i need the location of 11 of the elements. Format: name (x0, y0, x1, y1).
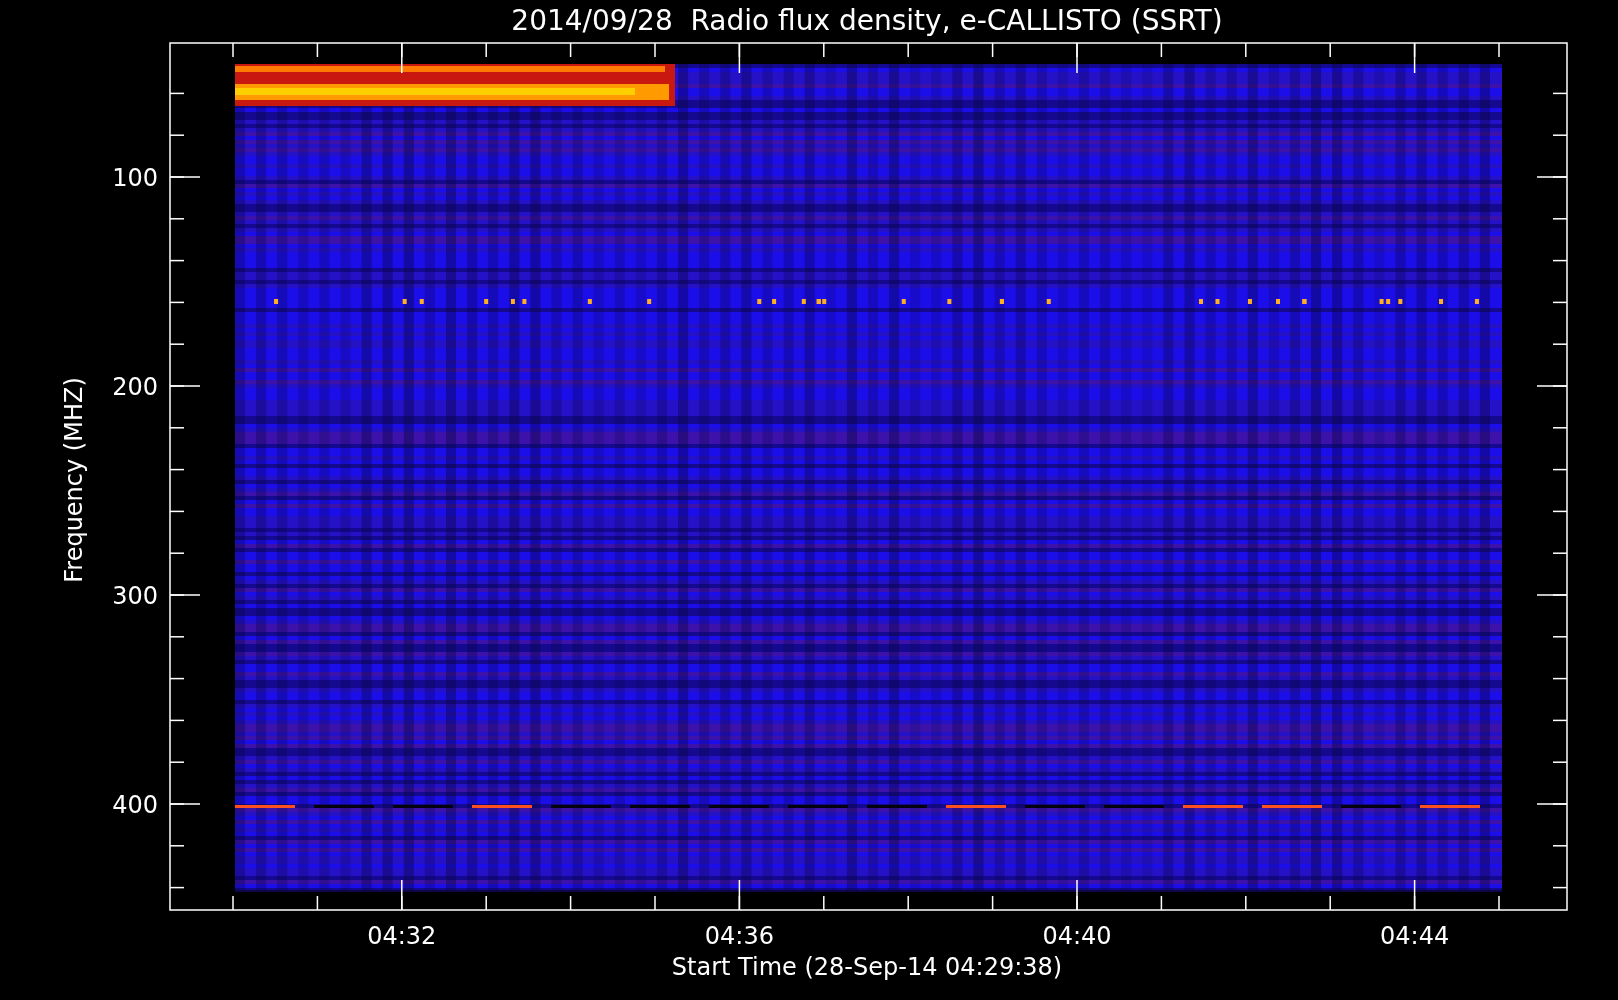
y-tick-label: 100 (112, 164, 158, 192)
y-tick-label: 300 (112, 582, 158, 610)
y-tick-label: 200 (112, 373, 158, 401)
x-axis-label: Start Time (28-Sep-14 04:29:38) (671, 953, 1063, 981)
x-tick-label: 04:36 (704, 922, 774, 950)
x-tick-label: 04:44 (1380, 922, 1450, 950)
y-tick-label: 400 (112, 791, 158, 819)
x-tick-label: 04:32 (367, 922, 437, 950)
x-tick-label: 04:40 (1042, 922, 1112, 950)
y-axis-label: Frequency (MHZ) (60, 377, 88, 583)
chart-title: 2014/09/28 Radio flux density, e-CALLISTO (SSRT) (511, 4, 1223, 37)
